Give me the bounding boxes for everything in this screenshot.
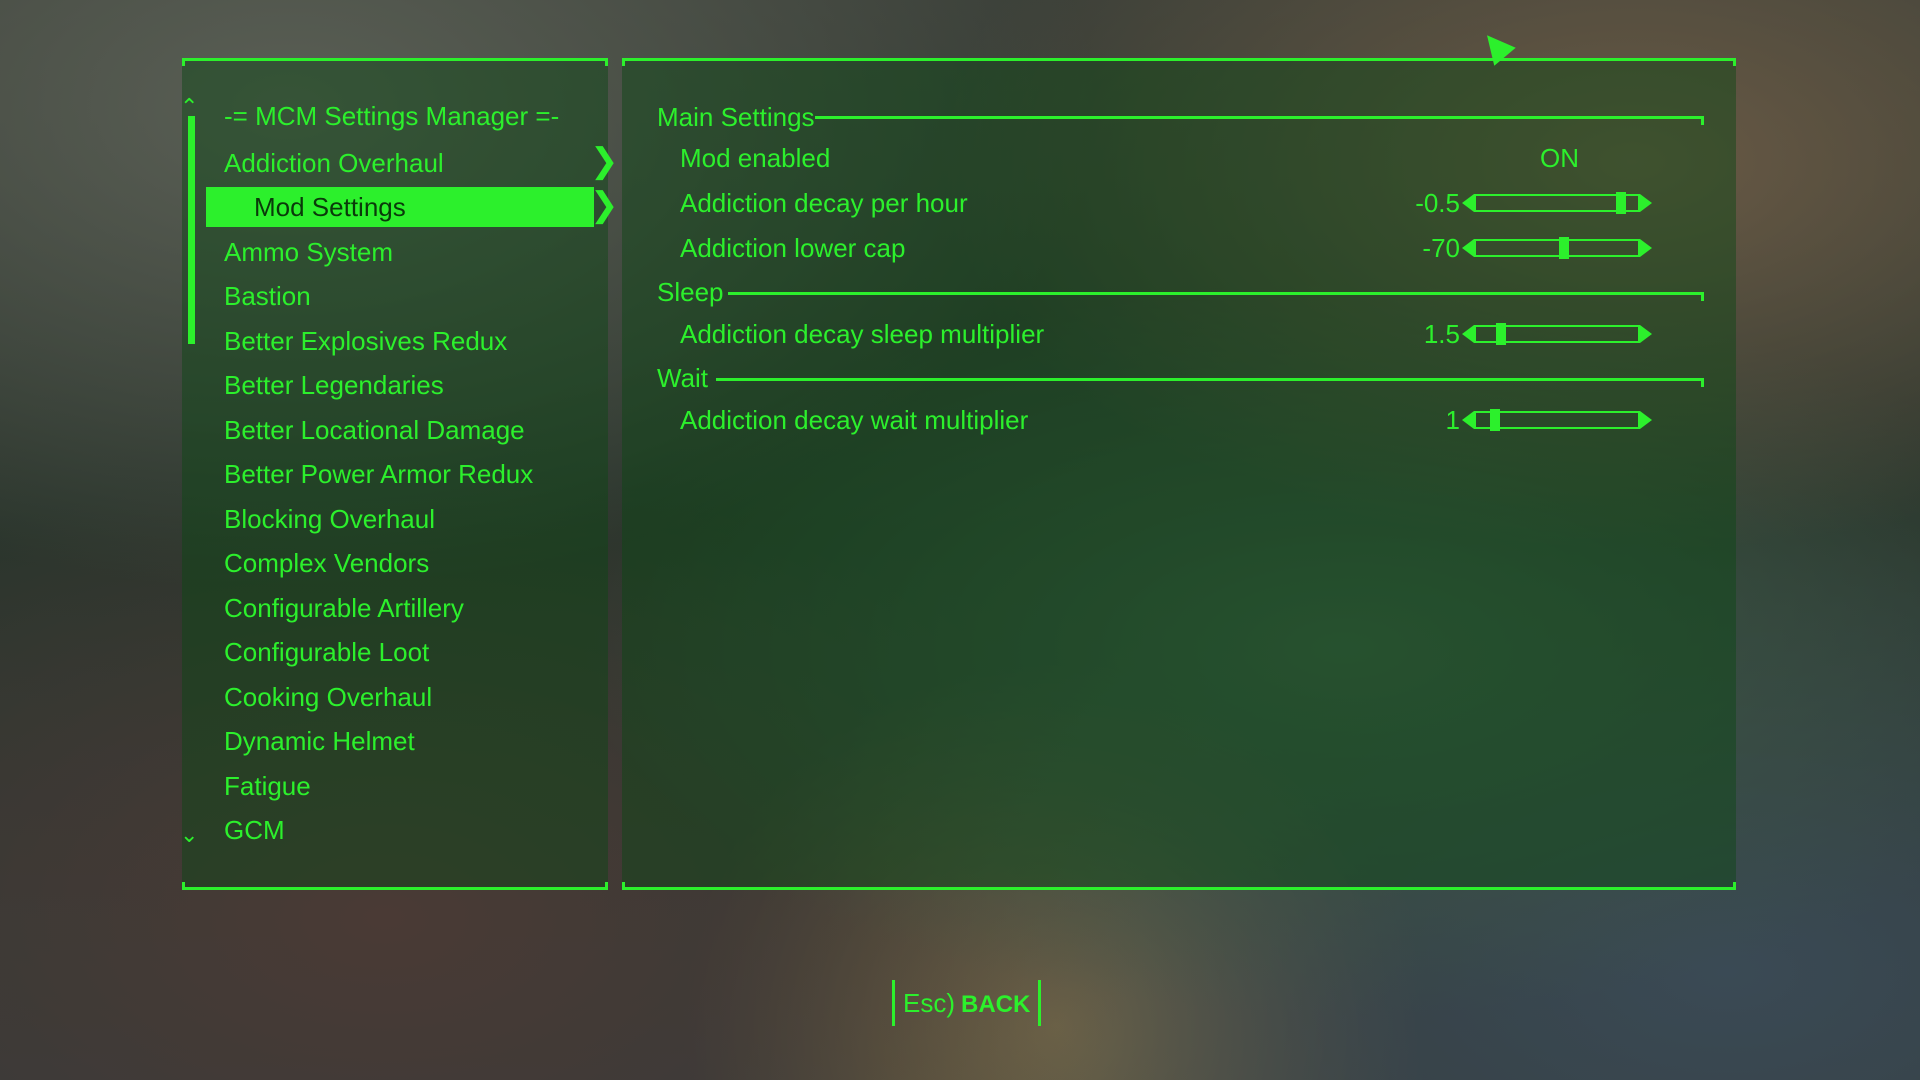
mod-list-item-label: Addiction Overhaul xyxy=(224,148,444,178)
lower-cap-value: -70 xyxy=(1422,233,1460,263)
back-button[interactable]: Esc) BACK xyxy=(892,980,1042,1026)
panel-border-top xyxy=(622,58,1736,66)
setting-lower-cap-label[interactable]: Addiction lower cap xyxy=(680,232,905,264)
mod-list-item-label: GCM xyxy=(224,815,285,845)
mod-list-item-label: Ammo System xyxy=(224,237,394,267)
wait-multiplier-value: 1 xyxy=(1445,405,1460,435)
setting-mod-enabled-label[interactable]: Mod enabled xyxy=(680,142,830,174)
lower-cap-slider[interactable] xyxy=(1462,237,1652,259)
mod-list-item[interactable]: Dynamic Helmet xyxy=(224,721,415,761)
mod-list-item[interactable]: Better Explosives Redux xyxy=(224,321,507,361)
mod-enabled-toggle[interactable]: ON xyxy=(1540,142,1579,174)
slider-right-arrow-icon[interactable] xyxy=(1640,411,1652,429)
back-label: BACK xyxy=(961,991,1031,1018)
slider-thumb[interactable] xyxy=(1495,323,1506,345)
mod-list-item[interactable]: Better Power Armor Redux xyxy=(224,454,533,494)
mod-list-item[interactable]: Bastion xyxy=(224,276,311,316)
sleep-multiplier-slider[interactable] xyxy=(1462,323,1652,345)
settings-panel xyxy=(622,58,1736,890)
mod-list-item[interactable]: Better Legendaries xyxy=(224,365,444,405)
mod-list-item-label: Dynamic Helmet xyxy=(224,726,415,756)
mod-list-item-label: Cooking Overhaul xyxy=(224,682,433,712)
panel-border-bottom xyxy=(622,882,1736,890)
scrollbar-thumb[interactable] xyxy=(188,116,195,344)
scroll-down-icon[interactable]: ⌄ xyxy=(180,824,198,846)
sleep-multiplier-value: 1.5 xyxy=(1423,319,1460,349)
back-key-hint: Esc) xyxy=(903,988,955,1018)
decay-per-hour-value: -0.5 xyxy=(1415,188,1460,218)
section-divider xyxy=(728,292,1704,301)
mod-list-item-label: Configurable Artillery xyxy=(224,593,464,623)
slider-thumb[interactable] xyxy=(1489,409,1500,431)
mod-list-item[interactable]: Configurable Artillery xyxy=(224,588,464,628)
decay-per-hour-slider[interactable] xyxy=(1462,192,1652,214)
mod-list-item[interactable]: Better Locational Damage xyxy=(224,410,525,450)
slider-left-arrow-icon[interactable] xyxy=(1462,239,1474,257)
section-header-main-settings: Main Settings xyxy=(657,102,815,132)
mod-list-item-label: Configurable Loot xyxy=(224,637,430,667)
mod-list-item[interactable]: GCM xyxy=(224,810,285,850)
panel-border-top xyxy=(182,58,608,66)
slider-right-arrow-icon[interactable] xyxy=(1640,325,1652,343)
setting-wait-multiplier-label[interactable]: Addiction decay wait multiplier xyxy=(680,404,1028,436)
slider-left-arrow-icon[interactable] xyxy=(1462,411,1474,429)
mod-list-item[interactable]: Complex Vendors xyxy=(224,543,429,583)
section-header-wait: Wait xyxy=(657,363,709,393)
mod-list-item-label: Better Explosives Redux xyxy=(224,326,508,356)
mod-list-item-label: Better Legendaries xyxy=(224,370,444,400)
mod-list-item-label: Complex Vendors xyxy=(224,548,430,578)
slider-right-arrow-icon[interactable] xyxy=(1640,239,1652,257)
slider-track[interactable] xyxy=(1474,239,1640,257)
mod-list-item[interactable]: Configurable Loot xyxy=(224,632,429,672)
mod-list-item-label: Better Power Armor Redux xyxy=(224,459,534,489)
section-header-sleep: Sleep xyxy=(657,277,724,307)
mod-list-item[interactable]: Mod Settings xyxy=(206,187,594,227)
mod-list-item-label: Bastion xyxy=(224,281,311,311)
scroll-up-icon[interactable]: ⌃ xyxy=(180,96,198,118)
mod-list-item-label: Better Locational Damage xyxy=(224,415,525,445)
mod-list-item[interactable]: Cooking Overhaul xyxy=(224,677,432,717)
section-divider xyxy=(716,378,1704,387)
mod-list-item-label: Fatigue xyxy=(224,771,311,801)
mod-list-item[interactable]: Ammo System xyxy=(224,232,393,272)
mod-list-item-label: Blocking Overhaul xyxy=(224,504,435,534)
setting-decay-per-hour-label[interactable]: Addiction decay per hour xyxy=(680,187,968,219)
chevron-right-icon: ❯ xyxy=(590,186,619,224)
slider-left-arrow-icon[interactable] xyxy=(1462,194,1474,212)
setting-sleep-multiplier-label[interactable]: Addiction decay sleep multiplier xyxy=(680,318,1044,350)
slider-left-arrow-icon[interactable] xyxy=(1462,325,1474,343)
wait-multiplier-slider[interactable] xyxy=(1462,409,1652,431)
chevron-right-icon: ❯ xyxy=(590,142,619,180)
slider-right-arrow-icon[interactable] xyxy=(1640,194,1652,212)
section-divider xyxy=(815,116,1704,125)
mod-list-item-label: Mod Settings xyxy=(254,192,406,222)
slider-thumb[interactable] xyxy=(1559,237,1570,259)
menu-title: -= MCM Settings Manager =- xyxy=(224,101,560,131)
slider-thumb[interactable] xyxy=(1615,192,1626,214)
mod-list-item[interactable]: Fatigue xyxy=(224,766,311,806)
mod-list-item[interactable]: Addiction Overhaul xyxy=(224,143,444,183)
panel-border-bottom xyxy=(182,882,608,890)
mod-list-item[interactable]: Blocking Overhaul xyxy=(224,499,435,539)
